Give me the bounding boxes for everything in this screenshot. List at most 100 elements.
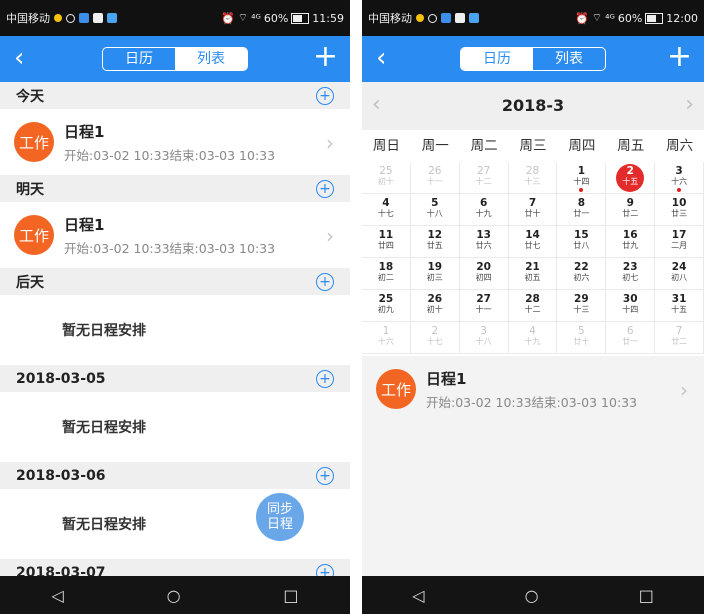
day-number: 26 — [428, 165, 442, 177]
calendar-day[interactable]: 13 廿六 — [459, 226, 509, 258]
nav-home-icon[interactable]: ○ — [525, 586, 539, 605]
calendar-day[interactable]: 22 初六 — [557, 258, 607, 290]
app-notification-icon — [441, 13, 451, 23]
app-notification-icon — [79, 13, 89, 23]
sync-schedule-button[interactable]: 同步 日程 — [256, 493, 304, 541]
event-title: 日程1 — [426, 369, 467, 388]
calendar-day[interactable]: 19 初三 — [410, 258, 460, 290]
calendar-day[interactable]: 31 十五 — [655, 290, 704, 322]
calendar-day[interactable]: 5 十八 — [410, 194, 460, 226]
day-number: 14 — [525, 229, 540, 241]
nav-back-icon[interactable]: ◁ — [412, 586, 424, 605]
calendar-week-row: 1 十六 2 十七 3 十八 4 十九 5 廿十 6 廿一 7 廿二 — [362, 322, 704, 354]
calendar-day[interactable]: 30 十四 — [606, 290, 656, 322]
tab-list[interactable]: 列表 — [533, 48, 605, 70]
add-to-day-icon[interactable]: + — [316, 563, 334, 576]
back-button[interactable]: ‹ — [14, 44, 24, 72]
add-event-button[interactable]: + — [667, 41, 692, 73]
calendar-day[interactable]: 26 初十 — [410, 290, 460, 322]
day-number: 15 — [574, 229, 589, 241]
calendar-day[interactable]: 3 十六 — [655, 162, 704, 194]
calendar-day[interactable]: 24 初八 — [655, 258, 704, 290]
clock: 12:00 — [666, 11, 698, 25]
event-item[interactable]: 工作 日程1 开始:03-02 10:33结束:03-03 10:33 › — [0, 109, 350, 175]
qq-icon — [455, 13, 465, 23]
nav-home-icon[interactable]: ○ — [167, 586, 181, 605]
calendar-day[interactable]: 1 十四 — [557, 162, 607, 194]
calendar-day[interactable]: 4 十九 — [508, 322, 558, 354]
lunar-date: 十八 — [475, 337, 492, 346]
calendar-day-selected[interactable]: 2 十五 — [606, 162, 656, 194]
add-to-day-icon[interactable]: + — [316, 179, 334, 198]
lunar-date: 十三 — [524, 177, 541, 186]
calendar-day[interactable]: 28 十三 — [508, 162, 558, 194]
add-event-button[interactable]: + — [313, 41, 338, 73]
calendar-day[interactable]: 17 二月 — [655, 226, 704, 258]
nav-recent-icon[interactable]: □ — [283, 586, 298, 605]
day-number: 27 — [476, 165, 491, 177]
app-header: ‹ 日历 列表 + — [0, 36, 350, 82]
calendar-day[interactable]: 6 十九 — [459, 194, 509, 226]
day-number: 16 — [622, 229, 638, 241]
day-number: 25 — [379, 165, 393, 177]
calendar-day[interactable]: 29 十三 — [557, 290, 607, 322]
calendar-day[interactable]: 10 廿三 — [655, 194, 704, 226]
lunar-date: 十五 — [671, 305, 688, 314]
wifi-icon: ⌔ — [591, 11, 603, 24]
add-to-day-icon[interactable]: + — [316, 369, 334, 388]
weekday-label: 周六 — [666, 138, 694, 154]
calendar-day[interactable]: 6 廿一 — [606, 322, 656, 354]
nav-recent-icon[interactable]: □ — [639, 586, 654, 605]
battery-icon — [291, 12, 310, 24]
calendar-day[interactable]: 14 廿七 — [508, 226, 558, 258]
event-item[interactable]: 工作 日程1 开始:03-02 10:33结束:03-03 10:33 › — [0, 202, 350, 268]
lunar-date: 初三 — [426, 273, 443, 282]
lunar-date: 十六 — [671, 177, 688, 186]
calendar-day[interactable]: 23 初七 — [606, 258, 656, 290]
calendar-day[interactable]: 8 廿一 — [557, 194, 607, 226]
calendar-day[interactable]: 4 十七 — [362, 194, 411, 226]
event-time: 开始:03-02 10:33结束:03-03 10:33 — [64, 147, 276, 163]
calendar-day[interactable]: 20 初四 — [459, 258, 509, 290]
calendar-day[interactable]: 28 十二 — [508, 290, 558, 322]
calendar-day[interactable]: 1 十六 — [362, 322, 411, 354]
calendar-day[interactable]: 5 廿十 — [557, 322, 607, 354]
calendar-day[interactable]: 16 廿九 — [606, 226, 656, 258]
add-to-day-icon[interactable]: + — [316, 272, 334, 291]
back-button[interactable]: ‹ — [376, 44, 386, 72]
tab-calendar[interactable]: 日历 — [103, 48, 175, 70]
calendar-day[interactable]: 11 廿四 — [362, 226, 411, 258]
calendar-day[interactable]: 27 十一 — [459, 290, 509, 322]
day-number: 27 — [476, 293, 491, 305]
calendar-day[interactable]: 9 廿二 — [606, 194, 656, 226]
calendar-day[interactable]: 18 初二 — [362, 258, 411, 290]
event-item[interactable]: 工作 日程1 开始:03-02 10:33结束:03-03 10:33 › — [362, 356, 704, 422]
day-number: 19 — [427, 261, 443, 273]
section-title: 2018-03-06 — [16, 467, 106, 484]
tab-list[interactable]: 列表 — [175, 48, 247, 70]
lunar-date: 廿一 — [622, 337, 639, 346]
calendar-day[interactable]: 25 初十 — [362, 162, 411, 194]
calendar-day[interactable]: 12 廿五 — [410, 226, 460, 258]
event-time: 开始:03-02 10:33结束:03-03 10:33 — [64, 240, 276, 256]
lunar-date: 初七 — [622, 273, 639, 282]
calendar-day[interactable]: 25 初九 — [362, 290, 411, 322]
calendar-day[interactable]: 27 十二 — [459, 162, 509, 194]
add-to-day-icon[interactable]: + — [316, 86, 334, 105]
month-navigator: ‹ 2018-3 › — [362, 82, 704, 130]
calendar-day[interactable]: 7 廿十 — [508, 194, 558, 226]
calendar-day[interactable]: 21 初五 — [508, 258, 558, 290]
nav-back-icon[interactable]: ◁ — [51, 586, 63, 605]
add-to-day-icon[interactable]: + — [316, 466, 334, 485]
message-icon — [107, 13, 117, 23]
calendar-week-row: 4 十七 5 十八 6 十九 7 廿十 8 廿一 9 廿二 10 廿三 — [362, 194, 704, 226]
tab-calendar[interactable]: 日历 — [461, 48, 533, 70]
calendar-day[interactable]: 2 十七 — [410, 322, 460, 354]
next-month-icon[interactable]: › — [685, 92, 694, 117]
calendar-day[interactable]: 15 廿八 — [557, 226, 607, 258]
calendar-day[interactable]: 26 十一 — [410, 162, 460, 194]
calendar-day[interactable]: 3 十八 — [459, 322, 509, 354]
section-title: 2018-03-05 — [16, 370, 106, 387]
lunar-date: 十六 — [377, 337, 394, 346]
calendar-day[interactable]: 7 廿二 — [655, 322, 704, 354]
